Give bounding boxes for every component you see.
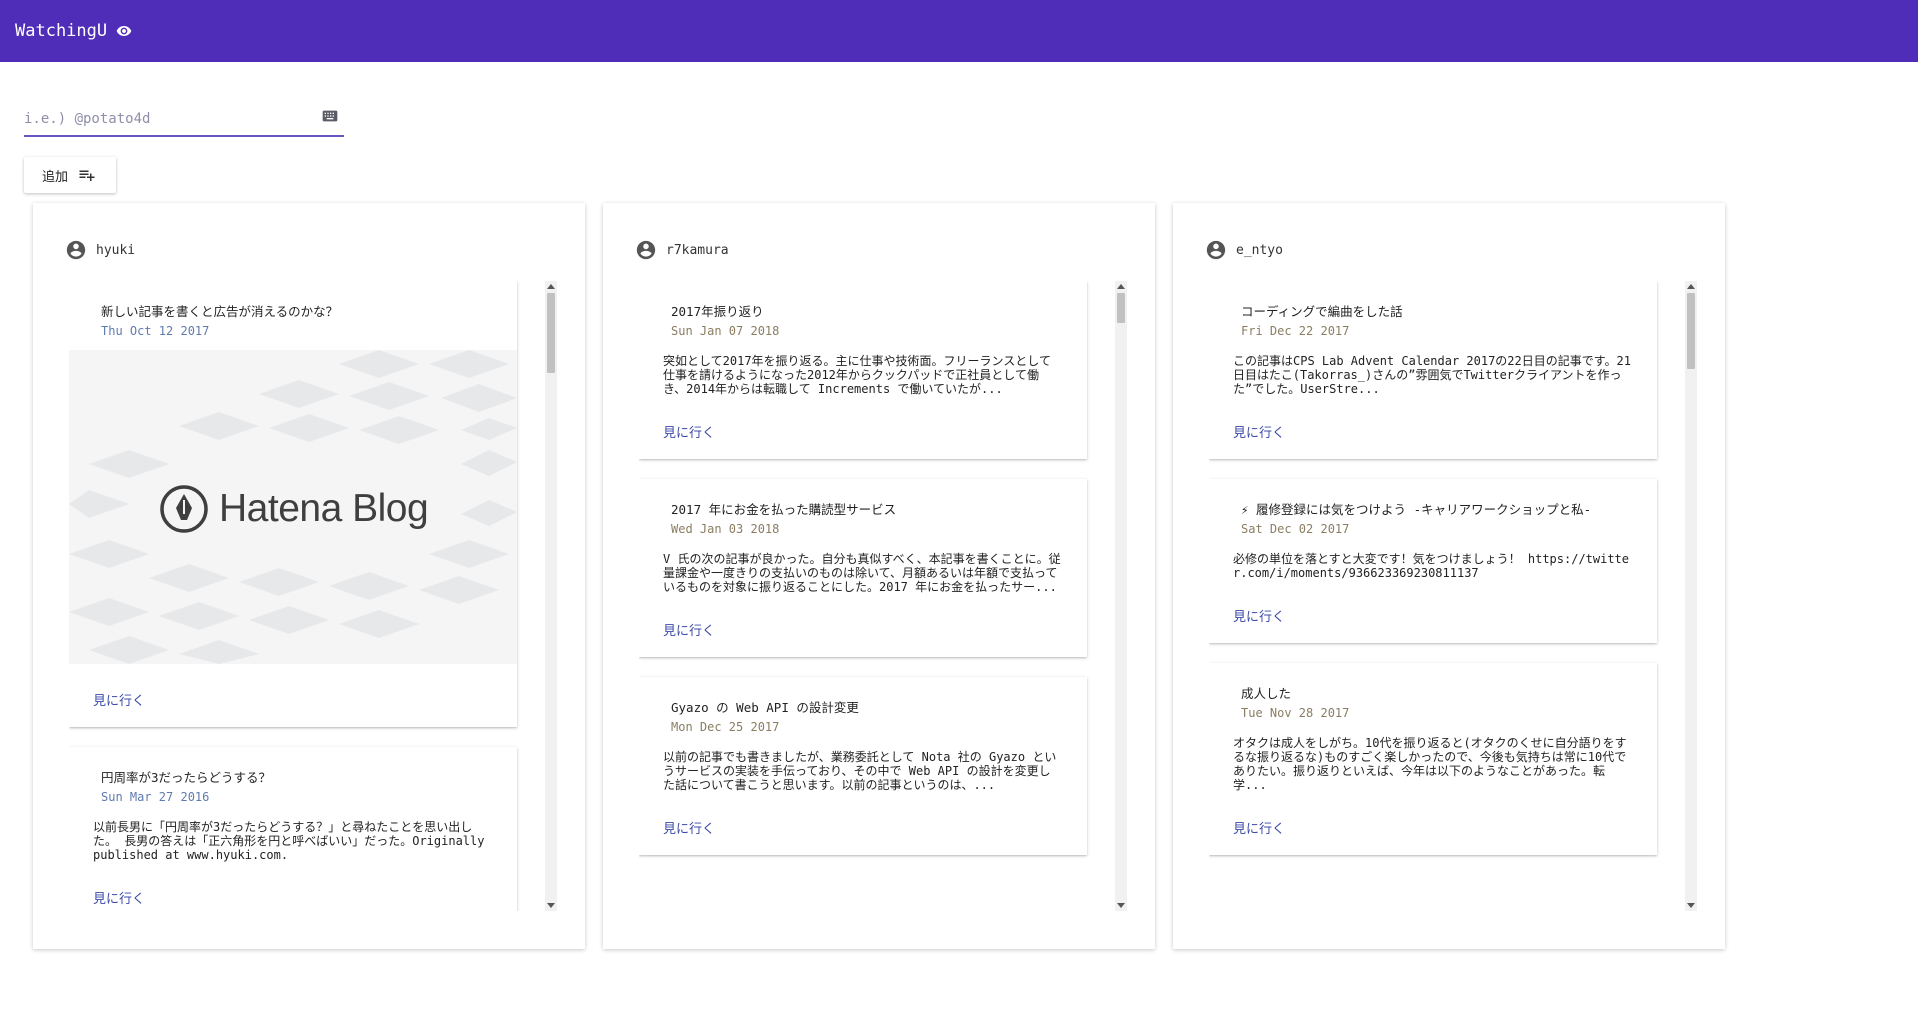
scroll-down-arrow[interactable]	[1687, 903, 1695, 908]
article-excerpt: 必修の単位を落とすと大変です！気をつけましょう！ https://twitter…	[1233, 552, 1630, 580]
add-button-label: 追加	[41, 169, 68, 185]
scroll-up-arrow[interactable]	[1117, 284, 1125, 289]
hatena-blog-logo: Hatena Blog	[159, 484, 429, 534]
scrollbar-thumb[interactable]	[1117, 293, 1125, 323]
article-date: Tue Nov 28 2017	[1241, 706, 1350, 720]
app-title: WatchingU	[15, 21, 108, 41]
account-circle-icon	[636, 240, 656, 260]
article-excerpt: オタクは成人をしがち。10代を振り返ると(オタクのくせに自分語りをするな振り返る…	[1233, 736, 1627, 792]
column-header: r7kamura	[635, 239, 729, 261]
article-card: 円周率が3だったらどうする？ Sun Mar 27 2016 以前長男に「円周率…	[69, 747, 517, 911]
card-list[interactable]: 2017年振り返り Sun Jan 07 2018 突如として2017年を振り返…	[639, 281, 1099, 911]
article-title: 2017 年にお金を払った購読型サービス	[671, 502, 897, 517]
article-excerpt: 以前長男に「円周率が3だったらどうする？」と尋ねたことを思い出した。 長男の答え…	[93, 820, 485, 862]
article-date: Thu Oct 12 2017	[101, 324, 210, 338]
app-bar: WatchingU	[0, 0, 1918, 62]
article-title: 2017年振り返り	[671, 304, 764, 319]
keyboard-icon[interactable]	[322, 109, 338, 123]
scroll-down-arrow[interactable]	[1117, 903, 1125, 908]
article-excerpt: 以前の記事でも書きましたが、業務委託として Nota 社の Gyazo というサ…	[663, 750, 1057, 792]
app-brand[interactable]: WatchingU	[15, 21, 135, 41]
article-thumbnail: Hatena Blog	[69, 350, 517, 664]
view-article-link[interactable]: 見に行く	[639, 594, 1087, 657]
username-input[interactable]	[24, 105, 304, 133]
article-card: 2017 年にお金を払った購読型サービス Wed Jan 03 2018 V 氏…	[639, 479, 1087, 657]
scroll-down-arrow[interactable]	[547, 903, 555, 908]
article-card: 新しい記事を書くと広告が消えるのかな？ Thu Oct 12 2017 Hate…	[69, 281, 517, 727]
article-card: ⚡ 履修登録には気をつけよう -キャリアワークショップと私- Sat Dec 0…	[1209, 479, 1657, 643]
column-header: hyuki	[65, 239, 135, 261]
article-excerpt: 突如として2017年を振り返る。主に仕事や技術面。フリーランスとして仕事を請ける…	[663, 354, 1051, 396]
article-excerpt: V 氏の次の記事が良かった。自分も真似すべく、本記事を書くことに。従量課金や一度…	[663, 552, 1061, 594]
view-article-link[interactable]: 見に行く	[1209, 792, 1657, 855]
article-title: 新しい記事を書くと広告が消えるのかな？	[101, 304, 339, 319]
view-article-link[interactable]: 見に行く	[639, 792, 1087, 855]
article-card: 2017年振り返り Sun Jan 07 2018 突如として2017年を振り返…	[639, 281, 1087, 459]
article-date: Sun Mar 27 2016	[101, 790, 210, 804]
scrollbar[interactable]	[1115, 281, 1127, 911]
eye-icon	[116, 26, 132, 36]
column-username: e_ntyo	[1236, 242, 1283, 258]
column-header: e_ntyo	[1205, 239, 1283, 261]
playlist-add-icon	[79, 170, 95, 181]
article-title: コーディングで編曲をした話	[1241, 304, 1403, 319]
scroll-up-arrow[interactable]	[547, 284, 555, 289]
view-article-link[interactable]: 見に行く	[1209, 580, 1657, 643]
view-article-link[interactable]: 見に行く	[69, 862, 517, 911]
article-card: Gyazo の Web API の設計変更 Mon Dec 25 2017 以前…	[639, 677, 1087, 855]
card-list[interactable]: 新しい記事を書くと広告が消えるのかな？ Thu Oct 12 2017 Hate…	[69, 281, 529, 911]
view-article-link[interactable]: 見に行く	[1209, 396, 1657, 459]
scrollbar-thumb[interactable]	[547, 293, 555, 373]
scrollbar[interactable]	[1685, 281, 1697, 911]
user-column: r7kamura 2017年振り返り Sun Jan 07 2018 突如として…	[603, 203, 1155, 949]
scrollbar-thumb[interactable]	[1687, 293, 1695, 369]
scrollbar[interactable]	[545, 281, 557, 911]
article-title: ⚡ 履修登録には気をつけよう -キャリアワークショップと私-	[1241, 502, 1592, 517]
article-title: Gyazo の Web API の設計変更	[671, 700, 859, 715]
article-date: Sat Dec 02 2017	[1241, 522, 1350, 536]
article-card: 成人した Tue Nov 28 2017 オタクは成人をしがち。10代を振り返る…	[1209, 663, 1657, 855]
article-date: Fri Dec 22 2017	[1241, 324, 1350, 338]
column-username: r7kamura	[666, 242, 729, 258]
scroll-up-arrow[interactable]	[1687, 284, 1695, 289]
article-date: Sun Jan 07 2018	[671, 324, 780, 338]
search-field	[24, 105, 344, 137]
article-excerpt: この記事はCPS Lab Advent Calendar 2017の22日目の記…	[1233, 354, 1631, 396]
add-button[interactable]: 追加	[24, 157, 116, 193]
account-circle-icon	[1206, 240, 1226, 260]
view-article-link[interactable]: 見に行く	[69, 664, 517, 727]
article-date: Mon Dec 25 2017	[671, 720, 780, 734]
article-card: コーディングで編曲をした話 Fri Dec 22 2017 この記事はCPS L…	[1209, 281, 1657, 459]
card-list[interactable]: コーディングで編曲をした話 Fri Dec 22 2017 この記事はCPS L…	[1209, 281, 1669, 911]
user-column: e_ntyo コーディングで編曲をした話 Fri Dec 22 2017 この記…	[1173, 203, 1725, 949]
article-title: 円周率が3だったらどうする？	[101, 770, 272, 785]
account-circle-icon	[66, 240, 86, 260]
article-date: Wed Jan 03 2018	[671, 522, 780, 536]
column-username: hyuki	[96, 242, 136, 258]
user-column: hyuki 新しい記事を書くと広告が消えるのかな？ Thu Oct 12 201…	[33, 203, 585, 949]
view-article-link[interactable]: 見に行く	[639, 396, 1087, 459]
article-title: 成人した	[1241, 686, 1292, 701]
